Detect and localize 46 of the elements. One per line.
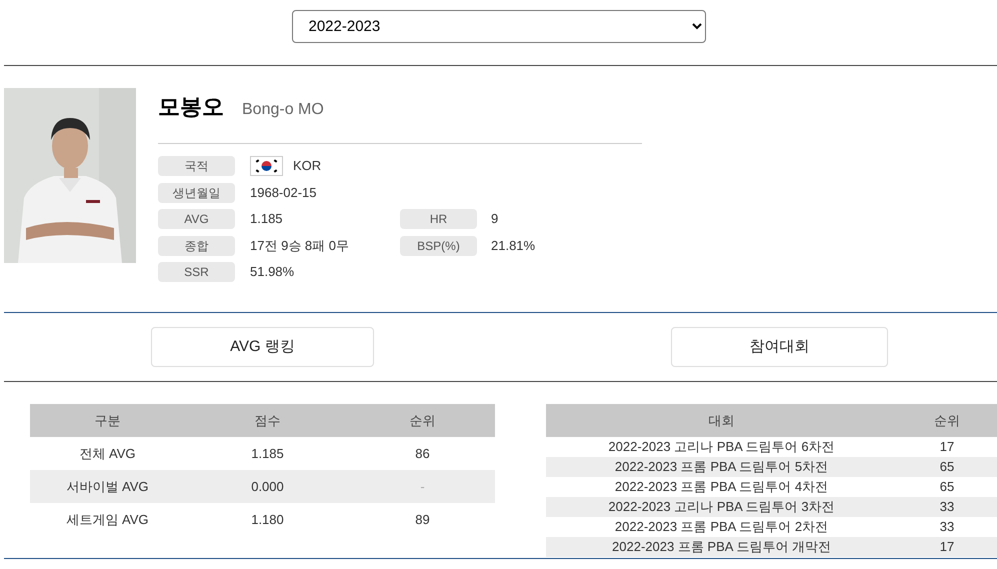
column-header: 점수 bbox=[254, 412, 282, 430]
info-label: 생년월일 bbox=[158, 182, 235, 202]
info-value: KOR bbox=[293, 157, 322, 176]
table-cell-text: 2022-2023 프롬 PBA 드림투어 2차전 bbox=[614, 518, 830, 536]
table-cell-text: 89 bbox=[414, 510, 431, 529]
table-cell-text: 65 bbox=[938, 458, 956, 476]
table-cell-text: 0.000 bbox=[250, 478, 285, 496]
player-name: 모봉오 bbox=[158, 93, 224, 121]
info-value: 17전 9승 8패 0무 bbox=[250, 236, 349, 255]
table-cell-text: 2022-2023 고리나 PBA 드림투어 6차전 bbox=[607, 438, 836, 456]
info-value: 21.81% bbox=[490, 236, 536, 255]
table-cell-text: 33 bbox=[938, 498, 956, 516]
table-cell-text: 세트게임 AVG bbox=[65, 510, 150, 529]
info-value: 51.98% bbox=[250, 263, 294, 282]
table-cell-text: 2022-2023 프롬 PBA 드림투어 5차전 bbox=[614, 458, 830, 476]
column-header: 순위 bbox=[408, 412, 436, 430]
column-header: 구분 bbox=[94, 412, 122, 430]
info-value: 9 bbox=[490, 210, 498, 228]
column-header: 대회 bbox=[708, 412, 736, 430]
table-cell-text: 33 bbox=[938, 518, 956, 536]
table-cell-text: 2022-2023 프롬 PBA 드림투어 개막전 bbox=[611, 538, 832, 556]
info-label: 종합 bbox=[158, 236, 235, 256]
table-cell-text: 1.185 bbox=[250, 444, 285, 463]
column-header: 순위 bbox=[933, 412, 961, 430]
table-cell-text: 86 bbox=[414, 444, 431, 463]
player-english-name: Bong-o MO bbox=[242, 100, 324, 120]
table-cell-text: 17 bbox=[938, 438, 956, 456]
avg-ranking-button[interactable]: AVG 랭킹 bbox=[151, 327, 374, 367]
flag-icon bbox=[250, 156, 283, 176]
table-cell-text: 17 bbox=[938, 538, 956, 556]
table-cell-text: - bbox=[419, 478, 426, 496]
table-cell-text: 2022-2023 프롬 PBA 드림투어 4차전 bbox=[614, 478, 830, 496]
info-label: AVG bbox=[158, 209, 235, 229]
season-select[interactable]: 2022-2023 bbox=[292, 10, 706, 43]
tournaments-button[interactable]: 참여대회 bbox=[671, 327, 888, 367]
info-value: 1968-02-15 bbox=[250, 184, 316, 202]
table-cell-text: 1.180 bbox=[250, 510, 285, 529]
info-label: SSR bbox=[158, 262, 235, 282]
table-cell-text: 전체 AVG bbox=[78, 444, 137, 463]
table-cell-text: 2022-2023 고리나 PBA 드림투어 3차전 bbox=[607, 498, 836, 516]
info-label: 국적 bbox=[158, 156, 235, 176]
info-label: HR bbox=[400, 209, 477, 229]
table-cell-text: 65 bbox=[938, 478, 956, 496]
table-cell-text: 서바이벌 AVG bbox=[65, 478, 150, 496]
info-label: BSP(%) bbox=[400, 236, 477, 256]
info-value: 1.185 bbox=[250, 210, 283, 228]
